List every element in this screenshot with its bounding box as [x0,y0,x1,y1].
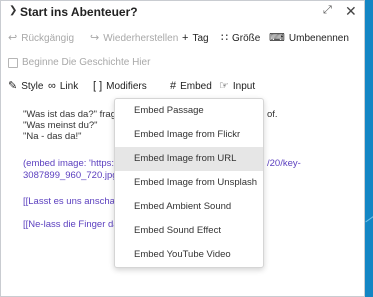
rename-button[interactable]: ⌨ Umbenennen [269,32,349,45]
redo-icon: ↪ [90,32,100,44]
menu-item-embed-passage[interactable]: Embed Passage [115,99,263,123]
brush-icon: ✎ [8,80,18,92]
passage-line-1[interactable]: "Was ist das da?" fragst [23,109,123,120]
embed-button[interactable]: # Embed [170,80,212,93]
undo-icon: ↩ [8,32,18,44]
hand-pointer-icon: ☞ [219,80,229,92]
embed-code-line-1-end[interactable]: /20/key- [267,158,301,169]
input-label: Input [232,81,256,92]
embed-code-line-1[interactable]: (embed image: 'https:// [23,158,119,169]
link-label: Link [59,81,79,92]
style-label: Style [21,81,44,92]
start-story-label: Beginne Die Geschichte Hier [22,57,151,68]
maximize-icon[interactable]: ⤢ [323,4,332,17]
input-button[interactable]: ☞ Input [219,80,256,93]
passage-line-2[interactable]: "Was meinst du?" [23,120,98,131]
plus-icon: + [182,32,189,44]
start-story-checkbox[interactable]: Beginne Die Geschichte Hier [8,57,150,68]
menu-item-embed-image-unsplash[interactable]: Embed Image from Unsplash [115,171,263,195]
link-icon: ∞ [48,80,56,92]
modifiers-label: Modifiers [106,81,147,92]
passage-line-3[interactable]: "Na - das da!" [23,131,82,142]
size-button[interactable]: ∷ Größe [221,32,261,45]
tag-button[interactable]: + Tag [182,32,209,45]
dialog-header: ❯ Start ins Abenteuer? ⤢ ✕ [1,1,364,25]
style-button[interactable]: ✎ Style [8,80,44,93]
menu-item-embed-youtube-video[interactable]: Embed YouTube Video [115,243,263,267]
redo-label: Wiederherstellen [103,33,179,44]
passage-line-1-end[interactable]: of. [267,109,278,120]
embed-label: Embed [180,81,212,92]
embed-code-line-2[interactable]: 3087899_960_720.jpg') [23,170,123,181]
dialog-title: Start ins Abenteuer? [20,5,138,19]
size-label: Größe [232,33,261,44]
undo-label: Rückgängig [21,33,75,44]
checkbox-icon [8,57,18,68]
menu-item-embed-ambient-sound[interactable]: Embed Ambient Sound [115,195,263,219]
rename-label: Umbenennen [288,33,349,44]
size-grid-icon: ∷ [221,32,228,44]
undo-button[interactable]: ↩ Rückgängig [8,32,75,45]
menu-item-embed-image-url[interactable]: Embed Image from URL [115,147,263,171]
rename-icon: ⌨ [269,32,285,44]
brackets-icon: [ ] [93,80,103,92]
redo-button[interactable]: ↪ Wiederherstellen [90,32,179,45]
embed-dropdown-menu: Embed Passage Embed Image from Flickr Em… [114,98,264,268]
passage-edit-dialog: ❯ Start ins Abenteuer? ⤢ ✕ ↩ Rückgängig … [0,0,365,297]
modifiers-button[interactable]: [ ] Modifiers [93,80,147,93]
menu-item-embed-sound-effect[interactable]: Embed Sound Effect [115,219,263,243]
menu-item-embed-image-flickr[interactable]: Embed Image from Flickr [115,123,263,147]
hash-icon: # [170,80,177,92]
close-icon[interactable]: ✕ [345,3,357,20]
passage-link-2[interactable]: [[Ne-lass die Finger dav [23,219,123,230]
tag-label: Tag [192,33,209,44]
link-button[interactable]: ∞ Link [48,80,79,93]
collapse-chevron-icon[interactable]: ❯ [9,5,17,16]
